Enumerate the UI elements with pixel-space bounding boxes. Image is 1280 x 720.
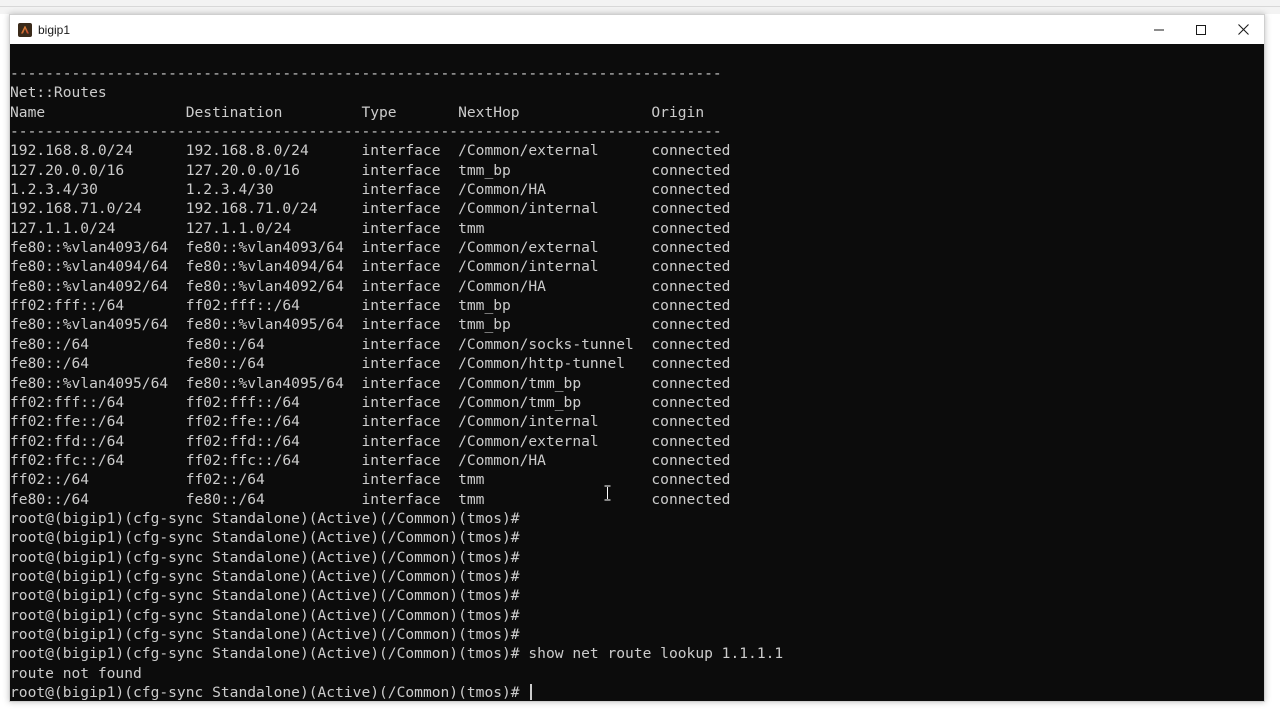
terminal-line: Net::Routes <box>10 84 107 102</box>
terminal-line: ----------------------------------------… <box>10 65 722 82</box>
terminal-line: fe80::%vlan4094/64 fe80::%vlan4094/64 in… <box>10 258 731 276</box>
minimize-icon <box>1154 29 1164 30</box>
terminal-line: ff02:fff::/64 ff02:fff::/64 interface /C… <box>10 393 731 411</box>
desktop-divider <box>0 6 1280 7</box>
terminal-line: fe80::%vlan4095/64 fe80::%vlan4095/64 in… <box>10 316 731 334</box>
terminal-line: ----------------------------------------… <box>10 123 722 141</box>
terminal-prompt-line[interactable]: root@(bigip1)(cfg-sync Standalone)(Activ… <box>10 683 783 701</box>
terminal-line: root@(bigip1)(cfg-sync Standalone)(Activ… <box>10 567 520 585</box>
terminal-line: 127.1.1.0/24 127.1.1.0/24 interface tmm … <box>10 219 731 237</box>
terminal-line: root@(bigip1)(cfg-sync Standalone)(Activ… <box>10 645 784 663</box>
terminal-line: 192.168.71.0/24 192.168.71.0/24 interfac… <box>10 200 731 218</box>
terminal-line: root@(bigip1)(cfg-sync Standalone)(Activ… <box>10 548 520 566</box>
terminal-output[interactable]: ----------------------------------------… <box>10 44 1264 701</box>
terminal-line: ff02:fff::/64 ff02:fff::/64 interface tm… <box>10 297 731 315</box>
window-title: bigip1 <box>38 22 71 37</box>
terminal-window: bigip1 ---------------------------------… <box>9 14 1265 702</box>
terminal-line: 1.2.3.4/30 1.2.3.4/30 interface /Common/… <box>10 181 731 199</box>
terminal-line: root@(bigip1)(cfg-sync Standalone)(Activ… <box>10 625 520 643</box>
text-cursor-ibeam-icon <box>604 485 611 501</box>
close-button[interactable] <box>1222 15 1264 44</box>
terminal-line: ff02:ffc::/64 ff02:ffc::/64 interface /C… <box>10 451 731 469</box>
desktop-background <box>0 0 1280 14</box>
terminal-line: root@(bigip1)(cfg-sync Standalone)(Activ… <box>10 587 520 605</box>
title-bar[interactable]: bigip1 <box>10 15 1264 44</box>
app-icon <box>18 22 32 37</box>
terminal-line: fe80::%vlan4093/64 fe80::%vlan4093/64 in… <box>10 239 731 257</box>
terminal-line: fe80::%vlan4095/64 fe80::%vlan4095/64 in… <box>10 374 731 392</box>
maximize-button[interactable] <box>1180 15 1222 44</box>
terminal-prompt: root@(bigip1)(cfg-sync Standalone)(Activ… <box>10 684 529 701</box>
minimize-button[interactable] <box>1138 15 1180 44</box>
terminal-lines: ----------------------------------------… <box>10 64 783 701</box>
terminal-line: 127.20.0.0/16 127.20.0.0/16 interface tm… <box>10 161 731 179</box>
terminal-line: root@(bigip1)(cfg-sync Standalone)(Activ… <box>10 509 520 527</box>
window-controls <box>1138 15 1264 44</box>
terminal-line: fe80::%vlan4092/64 fe80::%vlan4092/64 in… <box>10 277 731 295</box>
terminal-line: fe80::/64 fe80::/64 interface /Common/ht… <box>10 355 731 373</box>
maximize-icon <box>1196 24 1206 35</box>
terminal-line: root@(bigip1)(cfg-sync Standalone)(Activ… <box>10 606 520 624</box>
terminal-line: Name Destination Type NextHop Origin <box>10 103 705 121</box>
text-cursor <box>530 684 533 700</box>
terminal-line: ff02:ffd::/64 ff02:ffd::/64 interface /C… <box>10 432 731 450</box>
terminal-line: 192.168.8.0/24 192.168.8.0/24 interface … <box>10 142 731 160</box>
terminal-line: fe80::/64 fe80::/64 interface /Common/so… <box>10 335 731 353</box>
terminal-line: route not found <box>10 664 142 682</box>
close-icon <box>1237 24 1249 35</box>
terminal-line: ff02:ffe::/64 ff02:ffe::/64 interface /C… <box>10 413 731 431</box>
terminal-line: ff02::/64 ff02::/64 interface tmm connec… <box>10 471 731 489</box>
terminal-line: root@(bigip1)(cfg-sync Standalone)(Activ… <box>10 529 520 547</box>
terminal-line: fe80::/64 fe80::/64 interface tmm connec… <box>10 490 731 508</box>
